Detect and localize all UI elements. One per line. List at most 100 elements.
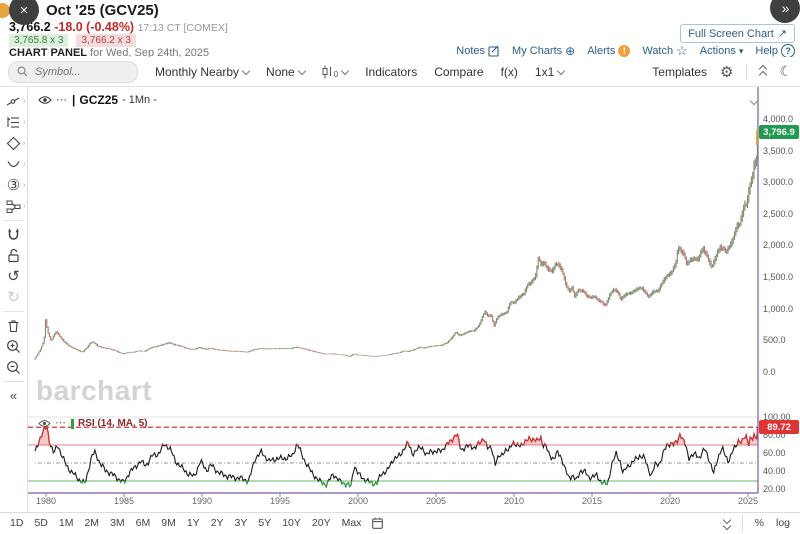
- rsi-line: [34, 425, 758, 489]
- range-6m[interactable]: 6M: [136, 517, 151, 529]
- y-tick: 1,000.0: [763, 304, 794, 314]
- range-3y[interactable]: 3Y: [235, 517, 248, 529]
- pane-collapse-chevron[interactable]: [747, 95, 759, 109]
- annotations-tool[interactable]: ›: [1, 112, 27, 133]
- drawing-tools-sidebar: › › › › ③ › › ↺ ↻ «: [0, 87, 28, 512]
- magnet-tool[interactable]: [1, 224, 27, 245]
- quote-line: 3,766.2 -18.0 (-0.48%) 17:13 CT [COMEX]: [9, 20, 228, 34]
- symbol-search-input[interactable]: [33, 64, 115, 79]
- y-tick: 2,000.0: [763, 240, 794, 250]
- alerts-link[interactable]: Alerts !: [587, 45, 631, 57]
- symbol-search[interactable]: [8, 60, 138, 83]
- range-10y[interactable]: 10Y: [282, 517, 301, 529]
- collapse-sidebar-button[interactable]: «: [1, 385, 27, 406]
- more-options-icon[interactable]: ⋯: [56, 94, 68, 106]
- my-charts-link[interactable]: My Charts ⊕: [512, 44, 575, 58]
- arc-tool[interactable]: ›: [1, 154, 27, 175]
- range-1m[interactable]: 1M: [59, 517, 74, 529]
- caret-down-icon: ▾: [738, 45, 744, 56]
- percent-scale-toggle[interactable]: %: [755, 517, 764, 529]
- help-label: Help: [755, 45, 778, 57]
- expand-panel-button[interactable]: »: [770, 0, 800, 23]
- range-2y[interactable]: 2Y: [211, 517, 224, 529]
- alerts-label: Alerts: [587, 45, 616, 57]
- indicators-button[interactable]: Indicators: [365, 65, 417, 79]
- rsi-value-badge: 89.72: [759, 420, 799, 434]
- range-20y[interactable]: 20Y: [312, 517, 331, 529]
- plus-circle-icon: ⊕: [565, 44, 576, 58]
- elliott-wave-tool[interactable]: ③ ›: [1, 175, 27, 196]
- unlock-tool[interactable]: [1, 245, 27, 266]
- y-tick: 500.0: [763, 335, 786, 345]
- my-charts-label: My Charts: [512, 45, 563, 57]
- range-5y[interactable]: 5Y: [258, 517, 271, 529]
- undo-button[interactable]: ↺: [1, 266, 27, 287]
- range-9m[interactable]: 9M: [161, 517, 176, 529]
- chart-period: - 1Mn -: [122, 94, 157, 106]
- bar-type-dropdown[interactable]: 0: [322, 65, 350, 79]
- symbol-title: Oct '25 (GCV25): [46, 2, 159, 19]
- collapse-toolbar-icon[interactable]: [759, 64, 768, 79]
- help-link[interactable]: Help ?: [755, 44, 795, 58]
- more-options-icon[interactable]: ⋯: [55, 418, 67, 429]
- eye-icon: [38, 420, 51, 427]
- undo-icon: ↺: [7, 268, 20, 285]
- candlestick-type-icon: [322, 65, 331, 78]
- range-1d[interactable]: 1D: [10, 517, 23, 529]
- eye-icon: [38, 96, 52, 104]
- chart-canvas[interactable]: [28, 87, 800, 512]
- sidebar-separator: [3, 381, 24, 382]
- search-icon: [17, 66, 28, 77]
- double-chevron-down-icon[interactable]: [722, 515, 731, 531]
- y-tick: 3,500.0: [763, 146, 794, 156]
- x-tick: 2000: [347, 496, 369, 506]
- rsi-study-label: RSI (14, MA, 5): [78, 418, 148, 429]
- barchart-chart-panel: × » Oct '25 (GCV25) 3,766.2 -18.0 (-0.48…: [0, 0, 800, 534]
- cursor-tool[interactable]: ›: [1, 91, 27, 112]
- range-max[interactable]: Max: [342, 517, 362, 529]
- log-scale-toggle[interactable]: log: [776, 517, 790, 529]
- frequency-dropdown[interactable]: Monthly Nearby: [155, 64, 251, 79]
- expressions-button[interactable]: f(x): [501, 65, 518, 79]
- templates-button[interactable]: Templates: [652, 65, 707, 79]
- calendar-icon[interactable]: [372, 517, 384, 529]
- zoom-out-button[interactable]: [1, 357, 27, 378]
- actions-menu[interactable]: Actions ▾: [700, 45, 744, 57]
- y-tick: 4,000.0: [763, 114, 794, 124]
- x-tick: 2020: [659, 496, 681, 506]
- barchart-watermark: barchart: [36, 375, 153, 406]
- redo-button[interactable]: ↻: [1, 287, 27, 308]
- range-2m[interactable]: 2M: [84, 517, 99, 529]
- rsi-pane-label[interactable]: ⋯ RSI (14, MA, 5): [38, 418, 147, 429]
- toolbar-separator: [746, 63, 748, 80]
- ask-badge: 3,766.2 x 3: [76, 34, 136, 47]
- dark-mode-icon[interactable]: ☾: [779, 63, 792, 80]
- shapes-tool[interactable]: ›: [1, 133, 27, 154]
- y-tick: 2,500.0: [763, 209, 794, 219]
- price-pane-label[interactable]: ⋯ | GCZ25 - 1Mn -: [38, 93, 157, 107]
- arrow-ne-icon: ↗: [777, 28, 787, 40]
- templates-label: Templates: [652, 64, 707, 79]
- sidebar-separator: [3, 220, 24, 221]
- layout-dropdown[interactable]: 1x1: [535, 65, 566, 79]
- rsi-series-marker: [71, 418, 74, 429]
- delete-tool[interactable]: [1, 315, 27, 336]
- range-1y[interactable]: 1Y: [187, 517, 200, 529]
- range-3m[interactable]: 3M: [110, 517, 125, 529]
- double-arrow-icon: »: [781, 0, 790, 16]
- price-change: -18.0 (-0.48%): [54, 20, 135, 34]
- compare-button[interactable]: Compare: [434, 65, 483, 79]
- tools-dropdown[interactable]: None: [266, 65, 306, 79]
- alert-badge-icon: !: [618, 45, 631, 57]
- zoom-in-button[interactable]: [1, 336, 27, 357]
- connectors-tool[interactable]: ›: [1, 196, 27, 217]
- range-5d[interactable]: 5D: [34, 517, 47, 529]
- settings-gear-icon[interactable]: ⚙: [720, 63, 733, 81]
- y-tick: 3,000.0: [763, 177, 794, 187]
- quote-header: × » Oct '25 (GCV25) 3,766.2 -18.0 (-0.48…: [0, 0, 800, 59]
- frequency-label: Monthly Nearby: [155, 64, 240, 79]
- quote-time: 17:13 CT [COMEX]: [137, 22, 228, 34]
- notes-link[interactable]: Notes: [456, 45, 500, 57]
- fullscreen-chart-button[interactable]: Full Screen Chart ↗: [680, 24, 795, 43]
- chart-symbol: GCZ25: [79, 93, 119, 107]
